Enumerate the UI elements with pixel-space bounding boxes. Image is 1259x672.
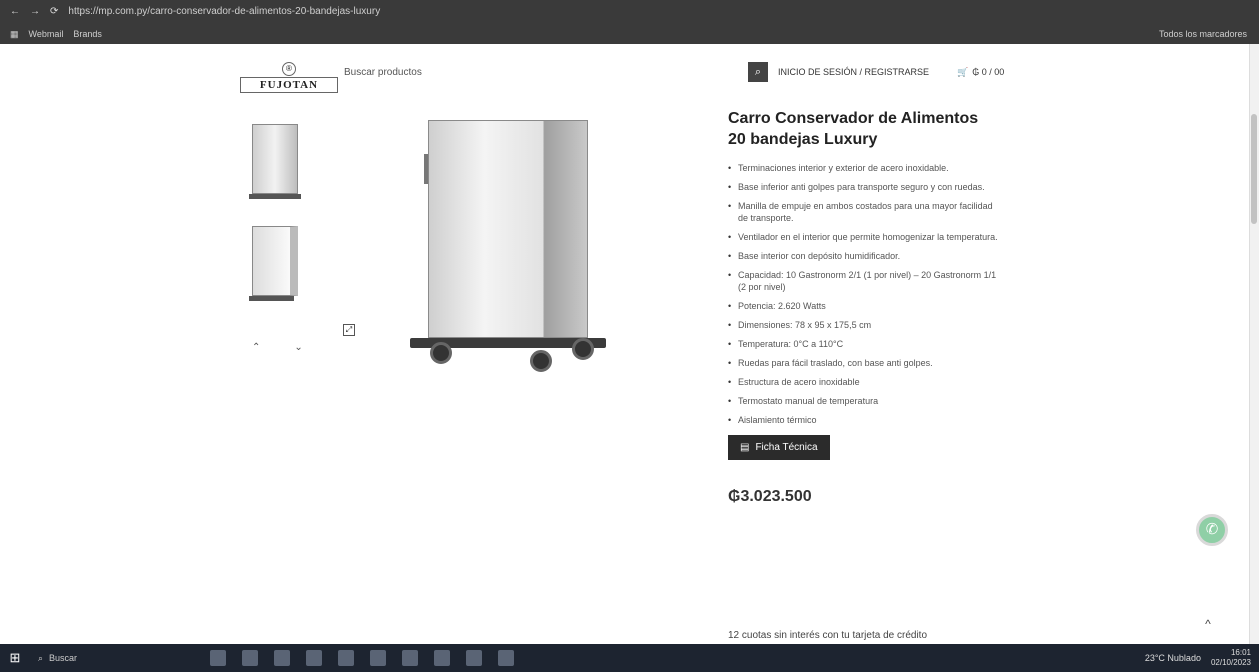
list-item: Capacidad: 10 Gastronorm 2/1 (1 por nive… — [728, 269, 998, 293]
site-logo[interactable]: ® FUJOTAN — [240, 62, 338, 102]
time-label: 16:01 — [1230, 648, 1251, 657]
windows-start-icon[interactable]: ⊞ — [0, 644, 30, 672]
taskbar-search[interactable]: ⌕ Buscar — [30, 644, 170, 672]
product-title: Carro Conservador de Alimentos 20 bandej… — [728, 110, 979, 148]
whatsapp-icon[interactable]: ✆ — [1196, 514, 1228, 546]
ficha-tecnica-button[interactable]: ▤ Ficha Técnica — [728, 435, 830, 460]
login-link[interactable]: INICIO DE SESIÓN / REGISTRARSE — [778, 67, 929, 77]
app-icon[interactable] — [402, 650, 418, 666]
excel-icon[interactable] — [466, 650, 482, 666]
list-item: Temperatura: 0°C a 110°C — [728, 338, 998, 350]
app-icon[interactable] — [498, 650, 514, 666]
explorer-icon[interactable] — [242, 650, 258, 666]
cart-total: ₲ 0 / 00 — [972, 67, 1005, 77]
list-item: Aislamiento térmico — [728, 414, 998, 426]
product-info: Carro Conservador de Alimentos 20 bandej… — [728, 108, 998, 506]
weather-label[interactable]: 23°C Nublado — [1145, 653, 1201, 663]
list-item: Dimensiones: 78 x 95 x 175,5 cm — [728, 319, 998, 331]
back-icon[interactable]: ← — [10, 6, 20, 17]
logo-wordmark: FUJOTAN — [240, 77, 338, 93]
store-icon[interactable] — [274, 650, 290, 666]
thumbnail-gallery — [240, 114, 312, 318]
taskbar: ⊞ ⌕ Buscar 23°C Nublado 16:01 02/10/2023 — [0, 644, 1259, 672]
product-price: ₲3.023.500 — [728, 488, 812, 505]
forward-icon[interactable]: → — [30, 6, 40, 17]
chevron-down-icon[interactable]: ⌄ — [294, 342, 302, 353]
taskbar-search-label: Buscar — [49, 653, 78, 663]
list-item: Terminaciones interior y exterior de ace… — [728, 162, 998, 174]
mail-icon[interactable] — [338, 650, 354, 666]
web-page: ® FUJOTAN Buscar productos ⌕ INICIO DE S… — [0, 44, 1249, 644]
date-label: 02/10/2023 — [1210, 658, 1251, 667]
list-item: Ventilador en el interior que permite ho… — [728, 231, 998, 243]
ficha-tecnica-label: Ficha Técnica — [755, 442, 818, 453]
address-row: ← → ⟳ https://mp.com.py/carro-conservado… — [0, 0, 1259, 22]
task-view-icon[interactable] — [210, 650, 226, 666]
bookmark-brands[interactable]: Brands — [73, 29, 102, 39]
search-input[interactable]: Buscar productos — [344, 67, 422, 78]
list-item: Base inferior anti golpes para transport… — [728, 181, 998, 193]
chrome-icon[interactable] — [306, 650, 322, 666]
thumbnail-1[interactable] — [240, 114, 310, 204]
scroll-top-button[interactable]: ^ — [1196, 612, 1220, 636]
product-image — [408, 114, 606, 372]
bookmarks-bar: ▦ Webmail Brands Todos los marcadores — [0, 24, 1259, 44]
installments-text: 12 cuotas sin interés con tu tarjeta de … — [728, 630, 928, 641]
bookmark-webmail[interactable]: Webmail — [29, 29, 64, 39]
app-icon[interactable] — [370, 650, 386, 666]
list-item: Base interior con depósito humidificador… — [728, 250, 998, 262]
list-item: Termostato manual de temperatura — [728, 395, 998, 407]
taskbar-apps — [210, 650, 514, 666]
reload-icon[interactable]: ⟳ — [50, 6, 58, 17]
cart-icon: 🛒 — [957, 66, 969, 77]
header-actions: ⌕ INICIO DE SESIÓN / REGISTRARSE 🛒 ₲ 0 /… — [748, 62, 1004, 82]
logo-emblem-icon: ® — [282, 62, 296, 76]
search-icon: ⌕ — [38, 652, 44, 663]
clock[interactable]: 16:01 02/10/2023 — [1211, 648, 1251, 668]
browser-chrome: ← → ⟳ https://mp.com.py/carro-conservado… — [0, 0, 1259, 44]
chevron-up-icon[interactable]: ⌃ — [252, 342, 260, 353]
thumbnail-2[interactable] — [240, 216, 310, 306]
all-bookmarks[interactable]: Todos los marcadores — [1159, 29, 1247, 39]
list-item: Manilla de empuje en ambos costados para… — [728, 200, 998, 224]
address-bar[interactable]: https://mp.com.py/carro-conservador-de-a… — [68, 6, 380, 17]
thumbnail-nav: ⌃ ⌄ — [252, 342, 303, 353]
list-item: Estructura de acero inoxidable — [728, 376, 998, 388]
list-item: Ruedas para fácil traslado, con base ant… — [728, 357, 998, 369]
search-icon[interactable]: ⌕ — [748, 62, 768, 82]
cart-button[interactable]: 🛒 ₲ 0 / 00 — [957, 67, 1004, 78]
zoom-icon[interactable]: ⤢ — [343, 324, 355, 336]
feature-list: Terminaciones interior y exterior de ace… — [728, 162, 998, 426]
file-icon: ▤ — [740, 442, 750, 453]
apps-icon[interactable]: ▦ — [10, 29, 19, 40]
system-tray: 23°C Nublado 16:01 02/10/2023 — [1145, 644, 1251, 672]
app-icon[interactable] — [434, 650, 450, 666]
page-scrollbar[interactable] — [1249, 44, 1259, 644]
list-item: Potencia: 2.620 Watts — [728, 300, 998, 312]
scrollbar-thumb[interactable] — [1251, 114, 1257, 224]
